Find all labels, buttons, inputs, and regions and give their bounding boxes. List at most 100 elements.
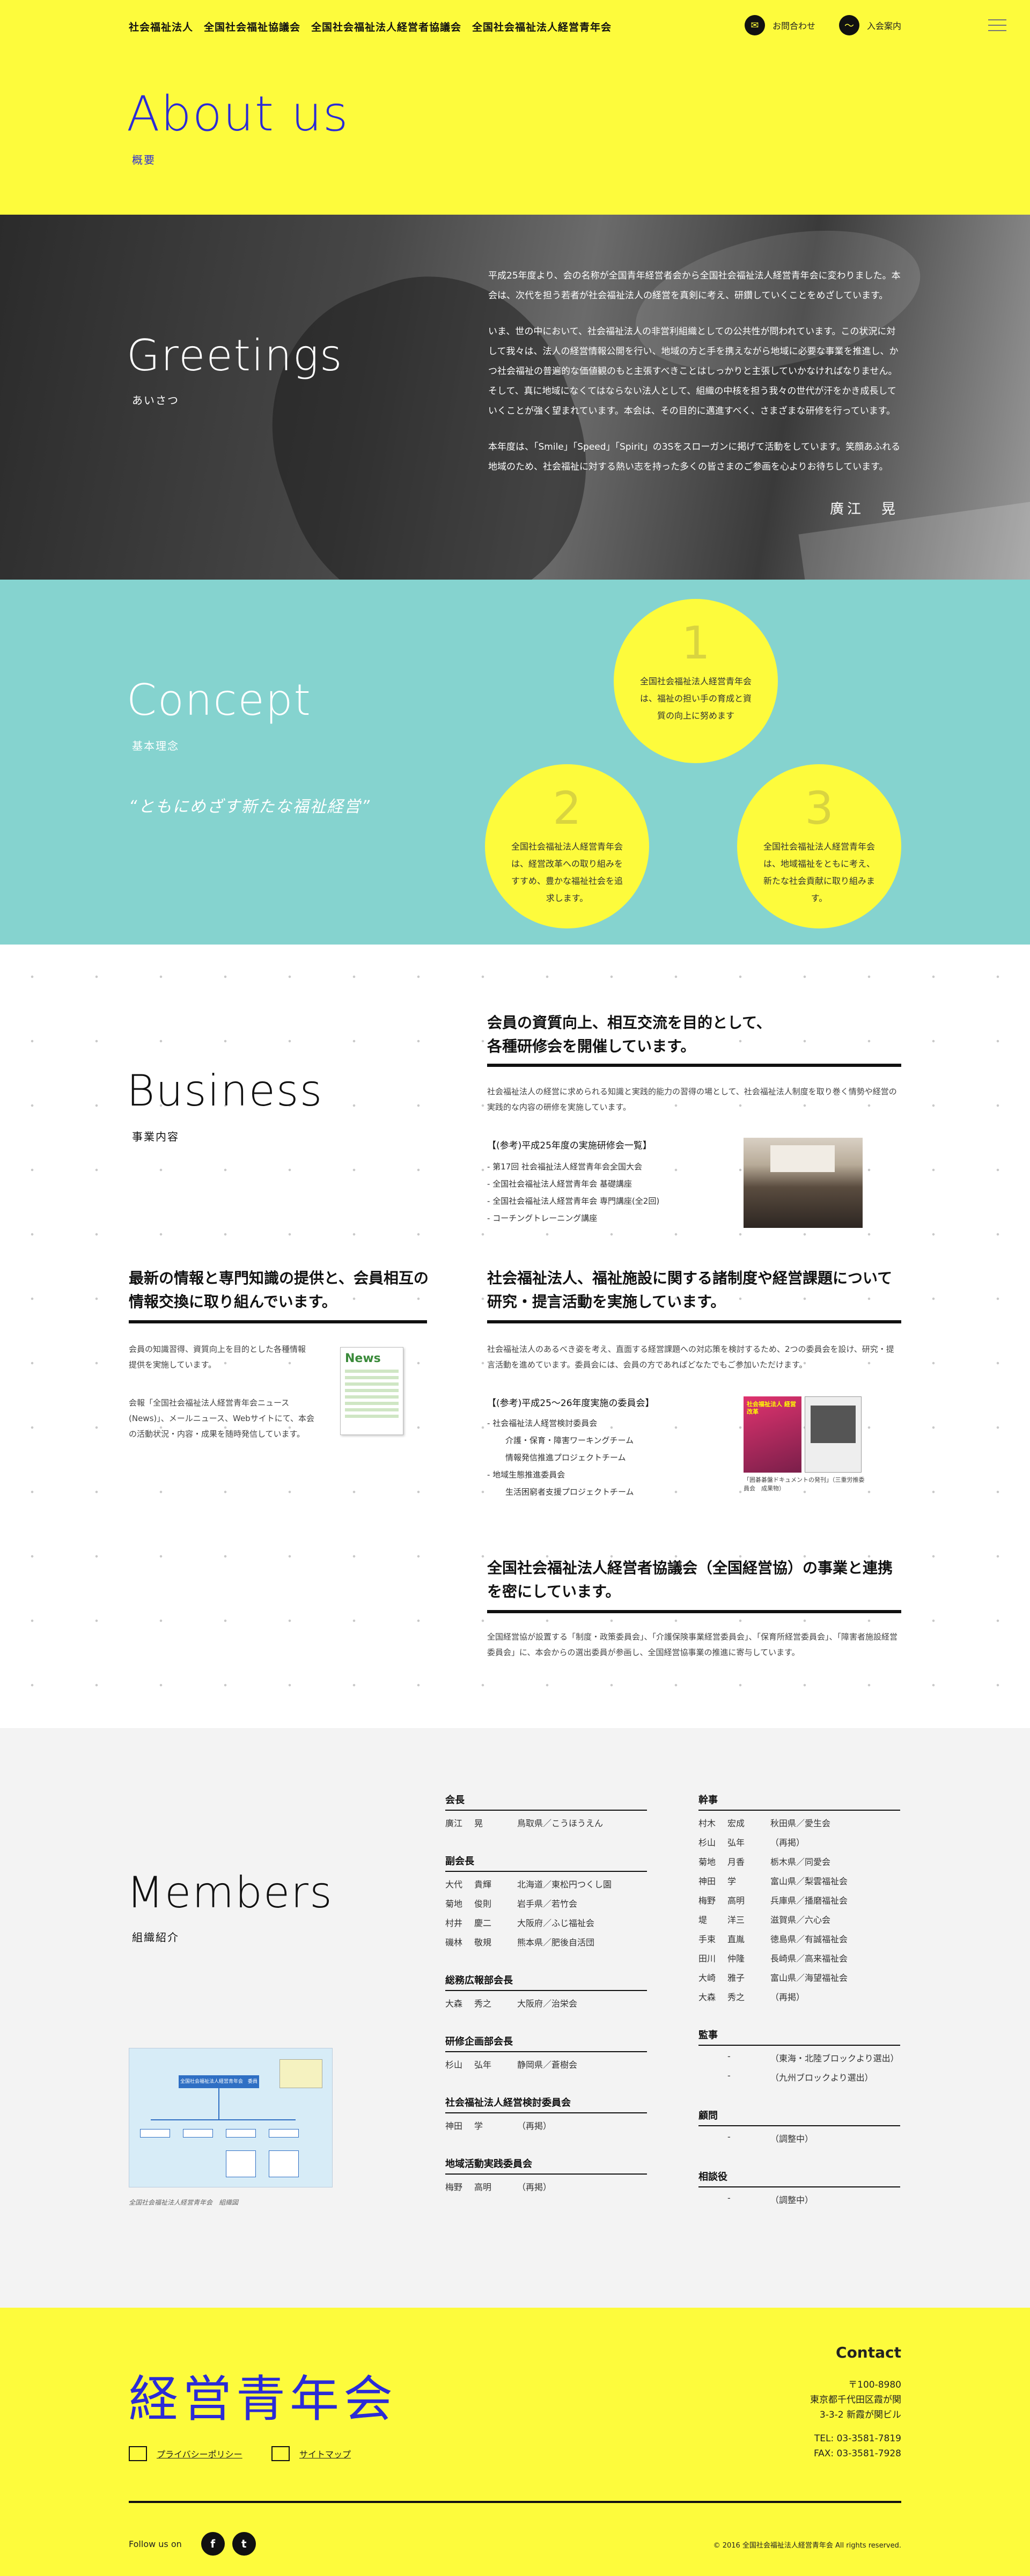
member-row: 神田 学 （再掲） <box>445 2119 551 2132</box>
sitemap-icon <box>271 2446 290 2461</box>
greetings-text: 平成25年度より、会の名称が全国青年経営者会から全国社会福祉法人経営青年会に変わ… <box>488 266 901 493</box>
concept-catchphrase: “ともにめざす新たな福祉経営” <box>129 797 371 816</box>
member-affiliation: （再掲） <box>517 2182 552 2192</box>
seminar-photo <box>744 1138 863 1228</box>
member-row: 杉山 弘年 静岡県／蒼樹会 <box>445 2058 577 2070</box>
member-group-title: 研修企画部会長 <box>445 2034 647 2052</box>
heading-rule <box>487 1064 901 1067</box>
member-name: 菊地 <box>698 1857 716 1867</box>
member-row: 大崎 雅子 富山県／海望福祉会 <box>698 1971 848 1984</box>
news-thumbnail: News <box>340 1347 403 1435</box>
photo-screen <box>770 1145 835 1172</box>
member-group-title: 監事 <box>698 2028 900 2046</box>
page-subtitle: 概要 <box>132 153 156 166</box>
org-chart-box <box>140 2129 170 2138</box>
member-affiliation: （再掲） <box>770 1992 805 2002</box>
member-name: 弘年 <box>474 2060 492 2070</box>
business-heading: 会員の資質向上、相互交流を目的として、各種研修会を開催しています。 <box>487 1014 771 1055</box>
contact-link[interactable]: ✉ お問合わせ <box>744 15 815 35</box>
member-affiliation: （再掲） <box>770 1838 805 1848</box>
greetings-paragraph: いま、世の中において、社会福祉法人の非営利組織としての公共性が問われています。こ… <box>488 326 899 416</box>
member-name: 大森 <box>698 1992 716 2002</box>
org-chart-box <box>269 2129 299 2138</box>
greetings-paragraph: 平成25年度より、会の名称が全国青年経営者会から全国社会福祉法人経営青年会に変わ… <box>488 270 901 301</box>
footer-logo[interactable]: 経営青年会 <box>129 2359 397 2431</box>
business-body: 全国経営協が設置する「制度・政策委員会」、「介護保険事業経営委員会」、「保育所経… <box>487 1632 898 1657</box>
contact-tel: TEL: 03-3581-7819 <box>814 2433 901 2444</box>
business-heading: 最新の情報と専門知識の提供と、会員相互の情報交換に取り組んでいます。 <box>129 1269 429 1311</box>
member-row: 手束 直胤 徳島県／有誠福祉会 <box>698 1932 848 1945</box>
top-nav[interactable]: 社会福祉法人 全国社会福祉協議会 全国社会福祉法人経営者協議会 全国社会福祉法人… <box>129 19 612 34</box>
member-name: 弘年 <box>727 1838 745 1848</box>
contact-address: 3-3-2 新霞が関ビル <box>819 2410 901 2420</box>
book-caption: 「囲碁碁盤ドキュメントの発刊」（三重労推委員会 成果物） <box>744 1476 865 1492</box>
org-chart-box <box>226 2150 256 2177</box>
sitemap-label: サイトマップ <box>299 2449 351 2460</box>
business-body: 会報「全国社会福祉法人経営青年会ニュース(News)」、メールニュース、Webサ… <box>129 1398 314 1439</box>
member-name: - <box>727 2070 731 2081</box>
member-name: 高明 <box>727 1896 745 1906</box>
concept-section: Concept 基本理念 “ともにめざす新たな福祉経営” 1 全国社会福祉法人経… <box>0 580 1030 945</box>
member-name: - <box>727 2051 731 2061</box>
members-subtitle: 組織紹介 <box>132 1931 179 1944</box>
member-row: - （調整中） <box>698 2132 813 2145</box>
greetings-section: Greetings あいさつ 平成25年度より、会の名称が全国青年経営者会から全… <box>0 215 1030 580</box>
member-row: 梅野 高明 （再掲） <box>445 2180 551 2193</box>
org-chart-caption: 全国社会福祉法人経営青年会 組織図 <box>129 2199 239 2206</box>
list-item: - 全国社会福祉法人経営青年会 専門講座(全2回) <box>487 1196 660 1206</box>
member-row: 田川 仲隆 長崎県／高来福祉会 <box>698 1951 848 1964</box>
member-row: 村木 宏成 秋田県／愛生会 <box>698 1816 830 1829</box>
member-name: 月香 <box>727 1857 745 1867</box>
business-body: 社会福祉法人の経営に求められる知識と実践的能力の習得の場として、社会福祉法人制度… <box>487 1087 897 1112</box>
concept-number: 3 <box>805 782 834 835</box>
list-item: - 全国社会福祉法人経営青年会 基礎講座 <box>487 1179 632 1189</box>
copyright: © 2016 全国社会福祉法人経営青年会 All rights reserved… <box>713 2542 901 2550</box>
members-section: Members 組織紹介 全国社会福祉法人経営青年会 委員会 全国社会福祉法人経… <box>0 1728 1030 2308</box>
contact-heading: Contact <box>836 2344 901 2361</box>
document-image <box>811 1406 856 1443</box>
list-item: - コーチングトレーニング講座 <box>487 1213 598 1223</box>
member-name: 梅野 <box>445 2182 463 2192</box>
member-name: 磯林 <box>445 1937 463 1948</box>
greetings-title: Greetings <box>127 331 343 380</box>
privacy-link[interactable]: プライバシーポリシー <box>129 2446 242 2461</box>
facebook-icon[interactable]: f <box>201 2532 225 2556</box>
member-affiliation: 長崎県／高来福祉会 <box>770 1953 848 1964</box>
follow-label: Follow us on <box>129 2538 182 2549</box>
member-affiliation: 大阪府／ふじ福祉会 <box>517 1918 595 1928</box>
footer-divider <box>129 2501 901 2503</box>
member-row: - （東海・北陸ブロックより選出） <box>698 2051 899 2064</box>
member-name <box>698 2132 727 2145</box>
member-affiliation: 北海道／東松円つくし園 <box>517 1879 612 1890</box>
join-link[interactable]: 〜 入会案内 <box>838 15 901 35</box>
concept-number: 1 <box>681 617 710 669</box>
hamburger-menu-icon[interactable] <box>988 19 1006 35</box>
business-heading: 社会福祉法人、福祉施設に関する諸制度や経営課題について研究・提言活動を実施してい… <box>487 1269 893 1311</box>
news-label: News <box>345 1352 381 1365</box>
member-affiliation: 鳥取県／こうほうえん <box>517 1818 604 1828</box>
member-name: 仲隆 <box>727 1953 745 1964</box>
member-name <box>698 2051 727 2064</box>
site-footer: 経営青年会 プライバシーポリシー サイトマップ Contact 〒100-898… <box>0 2308 1030 2576</box>
member-name: 敬規 <box>474 1937 492 1948</box>
twitter-icon[interactable]: t <box>232 2532 256 2556</box>
member-name: 晃 <box>474 1818 483 1828</box>
member-name: 田川 <box>698 1953 716 1964</box>
member-affiliation: 滋賀県／六心会 <box>770 1915 831 1925</box>
member-affiliation: （九州ブロックより選出） <box>770 2073 873 2083</box>
org-chart-line <box>218 2088 219 2120</box>
org-chart-box <box>269 2150 299 2177</box>
contact-fax: FAX: 03-3581-7928 <box>813 2448 901 2459</box>
sitemap-link[interactable]: サイトマップ <box>271 2446 351 2461</box>
member-name: 秀之 <box>474 1999 492 2009</box>
member-name: 貴輝 <box>474 1879 492 1890</box>
business-body: 会員の知識習得、資質向上を目的とした各種情報提供を実施しています。 <box>129 1344 306 1370</box>
member-name: 雅子 <box>727 1973 745 1983</box>
concept-text: 全国社会福祉法人経営青年会は、福祉の担い手の育成と資質の向上に努めます <box>639 676 752 721</box>
concept-text: 全国社会福祉法人経営青年会は、地域福祉をともに考え、新たな社会貢献に取り組みます… <box>763 841 875 903</box>
org-chart: 全国社会福祉法人経営青年会 委員会 <box>129 2048 333 2187</box>
member-row: 杉山 弘年 （再掲） <box>698 1835 805 1848</box>
org-chart-box <box>226 2129 256 2138</box>
member-group-title: 幹事 <box>698 1792 900 1811</box>
member-affiliation: （調整中） <box>770 2134 814 2144</box>
